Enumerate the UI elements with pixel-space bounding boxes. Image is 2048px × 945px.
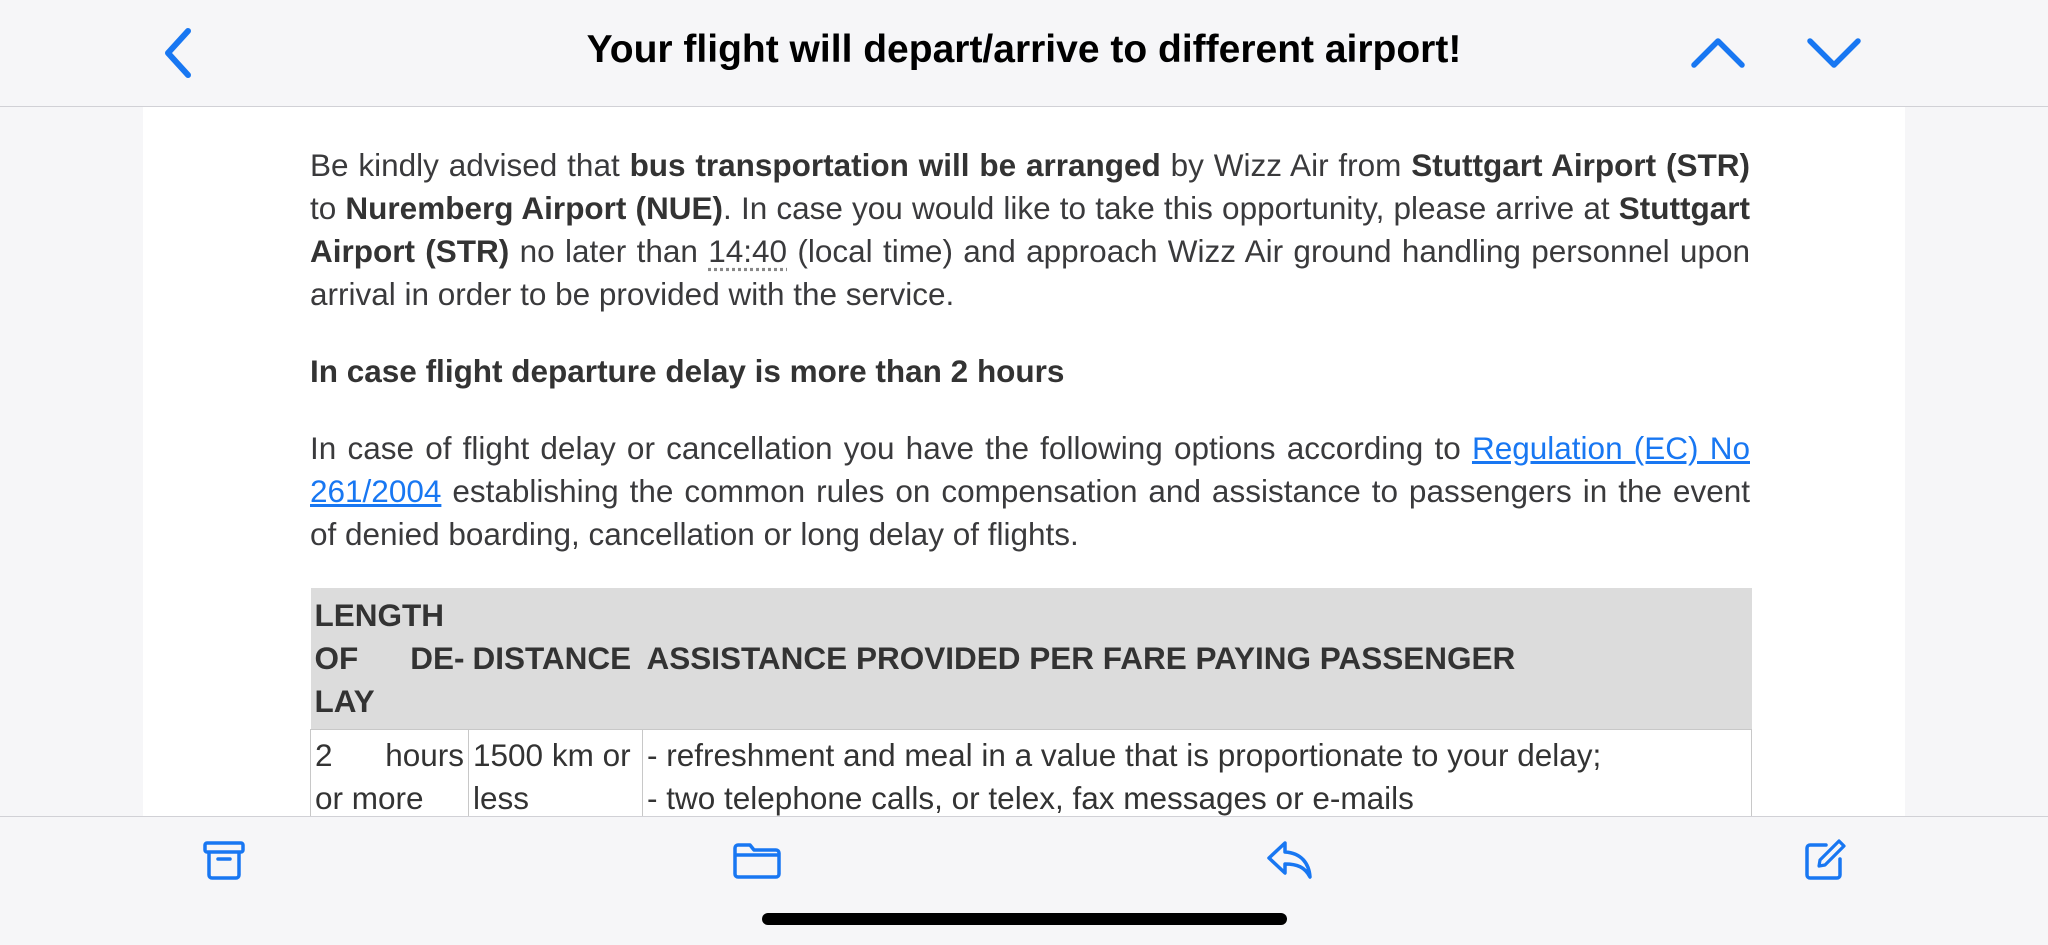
email-content: Be kindly advised that bus transportatio… (310, 144, 1750, 556)
delay-assistance-table: LENGTH OF DE- LAY DISTANCE ASSISTANCE PR… (310, 588, 1752, 816)
bottom-toolbar (0, 816, 2048, 945)
chevron-up-icon (1691, 38, 1745, 68)
archive-button[interactable] (196, 832, 252, 888)
folder-icon (733, 843, 781, 879)
home-indicator[interactable] (762, 913, 1287, 925)
regulation-paragraph: In case of flight delay or cancellation … (310, 430, 1750, 552)
table-row: 2 hours or more 1500 km or less - refres… (310, 729, 1752, 816)
section-heading: In case flight departure delay is more t… (310, 353, 1065, 389)
next-message-button[interactable] (1806, 22, 1862, 84)
move-to-folder-button[interactable] (729, 832, 785, 888)
chevron-down-icon (1807, 38, 1861, 68)
previous-message-button[interactable] (1690, 22, 1746, 84)
departure-time[interactable]: 14:40 (708, 233, 787, 269)
email-body[interactable]: Be kindly advised that bus transportatio… (143, 106, 1905, 816)
column-header-distance: DISTANCE (468, 588, 643, 730)
reply-icon (1267, 841, 1312, 879)
compose-icon (1805, 839, 1846, 880)
reply-button[interactable] (1261, 832, 1317, 888)
bus-transport-paragraph: Be kindly advised that bus transportatio… (310, 147, 1750, 312)
assistance-cell: - refreshment and meal in a value that i… (642, 729, 1752, 816)
column-header-length: LENGTH OF DE- LAY (310, 588, 469, 730)
compose-button[interactable] (1797, 832, 1853, 888)
archive-box-icon (203, 841, 245, 880)
delay-length-cell: 2 hours or more (310, 729, 469, 816)
column-header-assistance: ASSISTANCE PROVIDED PER FARE PAYING PASS… (642, 588, 1752, 730)
navigation-bar: Your flight will depart/arrive to differ… (0, 0, 2048, 107)
distance-cell: 1500 km or less (468, 729, 643, 816)
